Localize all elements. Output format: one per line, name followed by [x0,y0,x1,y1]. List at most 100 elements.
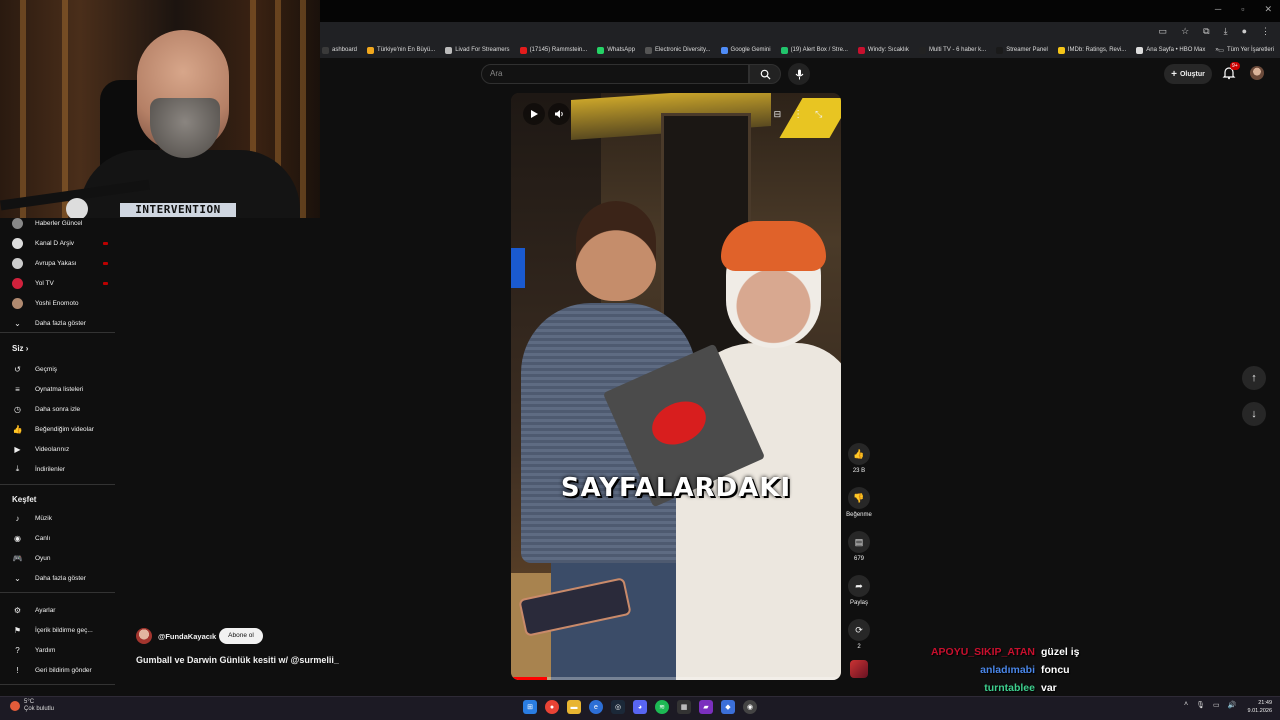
video-title[interactable]: Gumball ve Darwin Günlük kesiti w/ @surm… [136,655,339,665]
video-progress-bar[interactable] [511,677,841,680]
obs-icon[interactable]: ◉ [743,700,757,714]
bookmark-item[interactable]: IMDb: Ratings, Revi... [1057,46,1126,54]
sidebar-item-playlist[interactable]: ≡ Oynatma listeleri [12,382,112,396]
captions-icon[interactable]: ⊟ [774,109,782,120]
subscribe-button[interactable]: Abone ol [219,628,263,644]
bookmark-item[interactable]: (17145) Rammstein... [519,46,588,54]
previous-video-button[interactable]: ↑ [1242,366,1266,390]
sidebar-channel[interactable]: Yol TV [12,276,112,290]
you-section-heading[interactable]: Siz › [12,344,28,353]
sidebar-item-download[interactable]: ⤓ İndirilenler [12,462,112,476]
chevron-up-icon[interactable]: ˄ [1184,701,1188,709]
address-bar[interactable] [320,22,1280,42]
close-icon[interactable]: ✕ [1264,4,1272,15]
sidebar-divider [0,484,115,485]
network-icon[interactable]: ▭ [1213,701,1220,709]
bookmark-item[interactable]: WhatsApp [597,46,635,54]
restore-icon[interactable]: ▫ [1241,4,1244,15]
all-bookmarks[interactable]: ▭ Tüm Yer İşaretleri [1218,42,1274,58]
show-more-channels-button[interactable]: ⌄ Daha fazla göster [12,316,112,330]
sidebar-item-gear[interactable]: ⚙ Ayarlar [12,603,112,617]
minimize-icon[interactable]: ─ [1215,4,1221,15]
video-top-tools: ⊟ ⋮ ⤡ [763,103,833,125]
bookmark-item[interactable]: ashboard [322,46,357,54]
steam-icon[interactable]: ◎ [611,700,625,714]
sidebar-item-thumbs-up[interactable]: 👍 Beğendiğim videolar [12,422,112,436]
spotify-icon[interactable]: ≋ [655,700,669,714]
sidebar-item-history[interactable]: ↺ Geçmiş [12,362,112,376]
channel-handle[interactable]: @FundaKayacık [158,632,216,641]
bookmark-item[interactable]: Streamer Panel [996,46,1048,54]
create-button[interactable]: + Oluştur [1164,64,1212,84]
install-icon[interactable]: ▭ [1159,26,1168,37]
speaker-icon[interactable]: 🔊 [1228,701,1237,709]
account-avatar[interactable] [1250,66,1264,80]
share-button[interactable]: ➦ Paylaş [846,575,872,606]
channel-avatar[interactable] [136,628,152,644]
comments-button[interactable]: ▤ 679 [846,531,872,562]
sidebar-channel[interactable]: Kanal D Arşiv [12,236,112,250]
more-options-icon[interactable]: ⋮ [793,109,803,120]
search-button[interactable] [749,64,781,84]
volume-button[interactable] [548,103,570,125]
menu-icon[interactable]: ⋮ [1261,26,1270,37]
file-explorer-icon[interactable]: ▬ [567,700,581,714]
sidebar-item-flag[interactable]: ⚑ İçerik bildirme geç... [12,623,112,637]
chrome-icon[interactable]: ● [545,700,559,714]
bookmark-item[interactable]: Türkiye'nin En Büyü... [367,46,435,54]
shorts-video-player[interactable]: SAYFALARDAKI ⊟ ⋮ ⤡ [511,93,841,680]
remix-button[interactable]: ⟳ 2 [846,619,872,650]
shirt-print: INTERVENTION [120,203,236,217]
show-more-explore-button[interactable]: ⌄ Daha fazla göster [12,571,112,585]
sidebar-channel[interactable]: Avrupa Yakası [12,256,112,270]
downloads-icon[interactable]: ⤓ [1224,26,1228,37]
download-icon: ⤓ [15,464,20,473]
live-icon: ◉ [14,533,21,543]
discord-icon[interactable]: ◕ [633,700,647,714]
clock[interactable]: 21:49 9.01.2026 [1240,699,1272,715]
sidebar-item-feedback[interactable]: ! Geri bildirim gönder [12,663,112,677]
sidebar-item-music[interactable]: ♪ Müzik [12,511,112,525]
bookmark-favicon-icon [780,46,788,54]
twitch-tool-icon[interactable]: ▰ [699,700,713,714]
bookmark-item[interactable]: Electronic Diversity... [644,46,711,54]
bookmark-label: WhatsApp [607,47,635,53]
sidebar-item-clock[interactable]: ◷ Daha sonra izle [12,402,112,416]
sidebar-item-video[interactable]: ▶ Videolarınız [12,442,112,456]
sidebar-item-help[interactable]: ? Yardım [12,643,112,657]
bookmark-item[interactable]: Windy: Sıcaklık [857,46,909,54]
calculator-icon[interactable]: ▦ [677,700,691,714]
bookmark-item[interactable]: Google Gemini [720,46,771,54]
edge-icon[interactable]: e [589,700,603,714]
bookmark-item[interactable]: Multi TV - 6 haber k... [918,46,986,54]
bookmark-item[interactable]: (19) Alert Box / Stre... [780,46,848,54]
star-icon[interactable]: ☆ [1181,26,1189,37]
share-icon: ➦ [855,580,863,591]
dislike-button[interactable]: 👎 Beğenme [846,487,872,518]
start-icon[interactable]: ⊞ [523,700,537,714]
sidebar-channel[interactable]: Haberler Güncel [12,216,112,230]
next-video-button[interactable]: ↓ [1242,402,1266,426]
sidebar-item-live[interactable]: ◉ Canlı [12,531,112,545]
microphone-tray-icon[interactable]: 🎙 [1196,701,1205,709]
sidebar-channel[interactable]: Yoshi Enomoto [12,296,112,310]
profile-icon[interactable]: ● [1242,26,1247,37]
sound-channel-thumbnail[interactable] [850,660,868,678]
channel-avatar [12,277,23,289]
bookmark-item[interactable]: Ana Sayfa • HBO Max [1136,46,1205,54]
you-heading-label: Siz [12,344,24,353]
search-input[interactable]: Ara [481,64,749,84]
sidebar-item-gaming[interactable]: 🎮 Oyun [12,551,112,565]
bookmark-item[interactable]: Livad For Streamers [445,46,510,54]
play-button[interactable] [523,103,545,125]
voice-search-button[interactable] [788,63,810,85]
extensions-icon[interactable]: ⧉ [1203,26,1209,37]
like-button[interactable]: 👍 23 B [846,443,872,474]
bookmark-label: (17145) Rammstein... [529,47,588,53]
fullscreen-icon[interactable]: ⤡ [815,109,822,120]
gear-icon: ⚙ [13,605,22,615]
app-icon[interactable]: ◆ [721,700,735,714]
folder-icon: ▭ [1218,47,1224,54]
weather-widget[interactable]: 5°C Çok bulutlu [10,699,54,713]
bookmark-label: Streamer Panel [1006,47,1048,53]
